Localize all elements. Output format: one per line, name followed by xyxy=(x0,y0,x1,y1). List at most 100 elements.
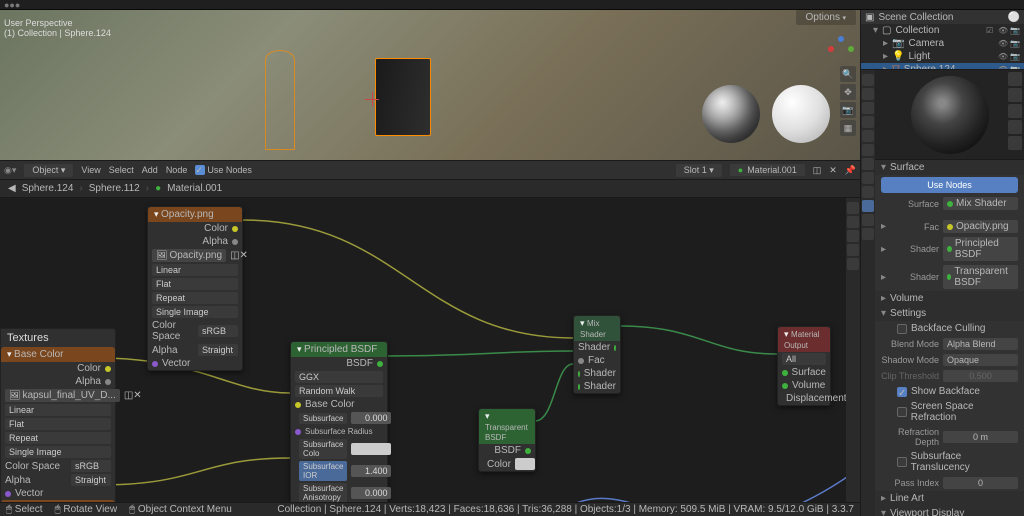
image-buttons[interactable]: ◫✕ xyxy=(124,390,142,401)
target-dropdown[interactable]: All xyxy=(782,353,826,365)
shader2-value[interactable]: Transparent BSDF xyxy=(943,265,1018,289)
outliner-light[interactable]: ▸💡Light 👁📷 xyxy=(861,50,1024,63)
colorspace-dropdown[interactable]: sRGB xyxy=(71,460,111,472)
node-frame-textures[interactable]: Textures ▾ Base Color Color Alpha 🖼 kaps… xyxy=(0,328,116,502)
menu-node[interactable]: Node xyxy=(166,165,188,175)
interpolation-dropdown[interactable]: Linear xyxy=(152,264,238,276)
use-nodes-checkbox[interactable]: ✓Use Nodes xyxy=(195,165,252,175)
menu-view[interactable]: View xyxy=(81,165,100,175)
render-icon[interactable]: 📷 xyxy=(1010,26,1020,36)
properties-tabs[interactable] xyxy=(861,70,875,516)
socket-color-out[interactable]: Color xyxy=(204,223,228,234)
zoom-tool-icon[interactable]: 🔍 xyxy=(840,66,856,82)
socket-displacement[interactable]: Displacement xyxy=(786,393,847,404)
menu-select[interactable]: Select xyxy=(109,165,134,175)
interpolation-dropdown[interactable]: Linear xyxy=(5,404,111,416)
settings-section-header[interactable]: ▾Settings xyxy=(875,306,1024,321)
source-dropdown[interactable]: Single Image xyxy=(5,446,111,458)
socket-basecolor[interactable]: Base Color xyxy=(305,399,354,410)
alpha-dropdown[interactable]: Straight xyxy=(71,474,111,486)
fac-value[interactable]: Opacity.png xyxy=(943,220,1018,233)
node-sidebar-tabs[interactable] xyxy=(846,198,860,502)
use-nodes-button[interactable]: Use Nodes xyxy=(881,177,1018,193)
sss-method-dropdown[interactable]: Random Walk xyxy=(295,385,383,397)
outliner-collection[interactable]: ▾▢Collection ☑👁📷 xyxy=(861,24,1024,37)
visibility-icon[interactable]: 👁 xyxy=(998,52,1008,62)
socket-subsurf-radius[interactable]: Subsurface Radius xyxy=(305,427,373,436)
socket-alpha-out[interactable]: Alpha xyxy=(202,236,228,247)
editor-type-icon[interactable]: ◉▾ xyxy=(4,165,16,176)
exclude-icon[interactable]: ☑ xyxy=(986,26,996,36)
subsurface-value[interactable]: 0.000 xyxy=(351,412,391,424)
camera-tool-icon[interactable]: 📷 xyxy=(840,102,856,118)
projection-dropdown[interactable]: Flat xyxy=(5,418,111,430)
render-icon[interactable]: 📷 xyxy=(1010,52,1020,62)
outliner-camera[interactable]: ▸📷Camera 👁📷 xyxy=(861,37,1024,50)
breadcrumb-object[interactable]: Sphere.124 xyxy=(22,183,74,194)
node-editor-canvas[interactable]: ▾ Opacity.png Color Alpha 🖼 Opacity.png◫… xyxy=(0,198,860,502)
socket-color-out[interactable]: Color xyxy=(77,363,101,374)
distribution-dropdown[interactable]: GGX xyxy=(295,371,383,383)
image-selector[interactable]: 🖼 Opacity.png xyxy=(152,249,226,262)
socket-volume[interactable]: Volume xyxy=(792,380,825,391)
preview-type-tabs[interactable] xyxy=(1008,72,1022,150)
subsurf-color-value[interactable] xyxy=(351,443,391,455)
node-transparent-bsdf[interactable]: ▾ Transparent BSDF BSDF Color xyxy=(478,408,536,472)
socket-vector-in[interactable]: Vector xyxy=(162,358,190,369)
extension-dropdown[interactable]: Repeat xyxy=(5,432,111,444)
mode-dropdown[interactable]: Object ▾ xyxy=(24,164,73,177)
surface-value[interactable]: Mix Shader xyxy=(943,197,1018,210)
alpha-dropdown[interactable]: Straight xyxy=(198,344,238,356)
ss-refraction-checkbox[interactable]: Screen Space Refraction xyxy=(875,399,1024,425)
material-new-icon[interactable]: ✕ xyxy=(829,165,837,176)
outliner-sphere[interactable]: ▸▽Sphere.124 👁📷 xyxy=(861,63,1024,70)
move-tool-icon[interactable]: ✥ xyxy=(840,84,856,100)
node-mix-shader[interactable]: ▾ Mix Shader Shader Fac Shader Shader xyxy=(573,315,621,394)
subsurf-ior-value[interactable]: 1.400 xyxy=(351,465,391,477)
selected-mesh-object[interactable] xyxy=(375,58,431,136)
pin-icon[interactable]: 📌 xyxy=(845,165,856,176)
pass-index-value[interactable]: 0 xyxy=(943,477,1018,489)
image-buttons[interactable]: ◫✕ xyxy=(230,250,248,261)
lineart-section-header[interactable]: ▸Line Art xyxy=(875,491,1024,506)
source-dropdown[interactable]: Single Image xyxy=(152,306,238,318)
projection-dropdown[interactable]: Flat xyxy=(152,278,238,290)
ss-translucency-checkbox[interactable]: Subsurface Translucency xyxy=(875,449,1024,475)
filter-icon[interactable]: ⚪ xyxy=(1008,12,1020,23)
shadow-mode-dropdown[interactable]: Opaque xyxy=(943,354,1018,366)
orientation-gizmo[interactable] xyxy=(826,34,856,64)
socket-surface[interactable]: Surface xyxy=(792,367,826,378)
render-icon[interactable]: 📷 xyxy=(1010,39,1020,49)
socket-shader1[interactable]: Shader xyxy=(584,368,616,379)
socket-bsdf-out[interactable]: BSDF xyxy=(494,445,521,456)
socket-color[interactable]: Color xyxy=(487,459,511,470)
reference-sphere-chrome[interactable] xyxy=(702,85,760,143)
menu-placeholder[interactable]: ●●● xyxy=(4,0,20,10)
breadcrumb-mesh[interactable]: Sphere.112 xyxy=(89,183,140,194)
viewport-section-header[interactable]: ▾Viewport Display xyxy=(875,506,1024,516)
material-browse-icon[interactable]: ◫ xyxy=(813,165,822,176)
viewport-options-button[interactable]: Options ▾ xyxy=(796,10,857,25)
refraction-depth-value[interactable]: 0 m xyxy=(943,431,1018,443)
menu-add[interactable]: Add xyxy=(142,165,158,175)
visibility-icon[interactable]: 👁 xyxy=(998,39,1008,49)
reference-sphere-matte[interactable] xyxy=(772,85,830,143)
volume-section-header[interactable]: ▸Volume xyxy=(875,291,1024,306)
node-principled-bsdf[interactable]: ▾ Principled BSDF BSDF GGX Random Walk B… xyxy=(290,341,388,502)
material-selector[interactable]: ●Material.001 xyxy=(730,164,805,176)
surface-section-header[interactable]: ▾Surface xyxy=(875,160,1024,175)
socket-shader2[interactable]: Shader xyxy=(584,381,616,392)
node-material-output[interactable]: ▾ Material Output All Surface Volume Dis… xyxy=(777,326,831,406)
image-selector[interactable]: 🖼 kapsul_final_UV_D... xyxy=(5,389,120,402)
node-image-texture-opacity[interactable]: ▾ Opacity.png Color Alpha 🖼 Opacity.png◫… xyxy=(147,206,243,371)
show-backface-checkbox[interactable]: ✓Show Backface xyxy=(875,384,1024,399)
colorspace-dropdown[interactable]: sRGB xyxy=(198,325,238,337)
nav-back-icon[interactable]: ◀ xyxy=(8,183,16,194)
socket-bsdf-out[interactable]: BSDF xyxy=(346,358,373,369)
backface-culling-checkbox[interactable]: Backface Culling xyxy=(875,321,1024,336)
material-preview[interactable] xyxy=(875,70,1024,160)
blend-mode-dropdown[interactable]: Alpha Blend xyxy=(943,338,1018,350)
scene-collection-label[interactable]: Scene Collection xyxy=(878,12,953,23)
socket-alpha-out[interactable]: Alpha xyxy=(75,376,101,387)
material-tab-icon[interactable] xyxy=(862,200,874,212)
